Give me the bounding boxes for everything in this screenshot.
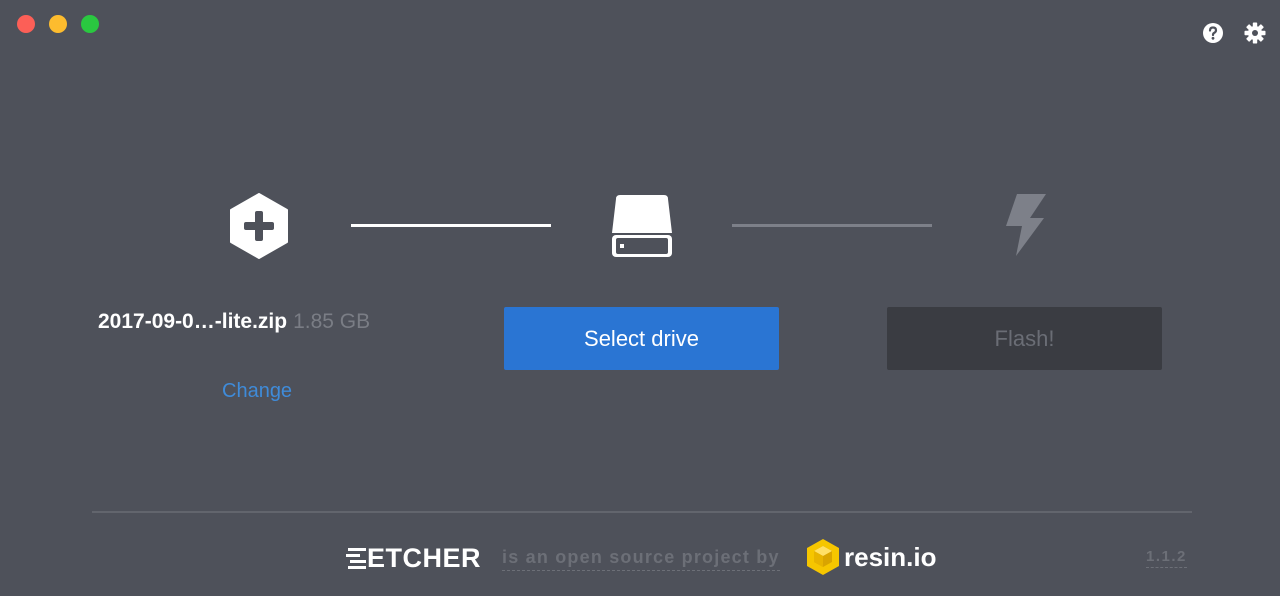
lightning-bolt-icon (1006, 194, 1046, 256)
resin-logo[interactable]: resin.io (806, 538, 936, 576)
resin-cube-icon (807, 539, 839, 575)
etcher-window: 2017-09-0…-lite.zip 1.85 GB Change Select… (0, 0, 1280, 596)
etcher-logo-text: ETCHER (367, 542, 482, 573)
image-filename: 2017-09-0…-lite.zip (98, 310, 288, 333)
select-image-step-icon[interactable] (228, 193, 290, 259)
window-minimize-button[interactable] (49, 15, 67, 33)
image-size: 1.85 GB (293, 310, 371, 333)
select-drive-button[interactable]: Select drive (504, 307, 779, 370)
version-label[interactable]: 1.1.2 (1146, 548, 1187, 568)
flash-button: Flash! (887, 307, 1162, 370)
help-icon (1203, 23, 1223, 43)
window-maximize-button[interactable] (81, 15, 99, 33)
footer-divider (92, 511, 1192, 513)
change-image-link[interactable]: Change (222, 380, 292, 403)
hard-drive-icon (612, 195, 672, 257)
gear-icon (1244, 22, 1266, 44)
step-connector-inactive (732, 224, 932, 227)
etcher-logo[interactable]: ETCHER (346, 542, 481, 574)
speed-lines-icon (346, 548, 366, 569)
selected-image-info: 2017-09-0…-lite.zip 1.85 GB (98, 309, 428, 335)
step-connector-active (351, 224, 551, 227)
plus-hexagon-icon (230, 193, 288, 259)
settings-button[interactable] (1244, 22, 1266, 44)
help-button[interactable] (1202, 22, 1224, 44)
flash-step-icon (1000, 192, 1048, 258)
open-source-link[interactable]: is an open source project by (502, 547, 780, 571)
resin-logo-text: resin.io (844, 541, 937, 572)
select-drive-step-icon (610, 193, 674, 259)
window-close-button[interactable] (17, 15, 35, 33)
